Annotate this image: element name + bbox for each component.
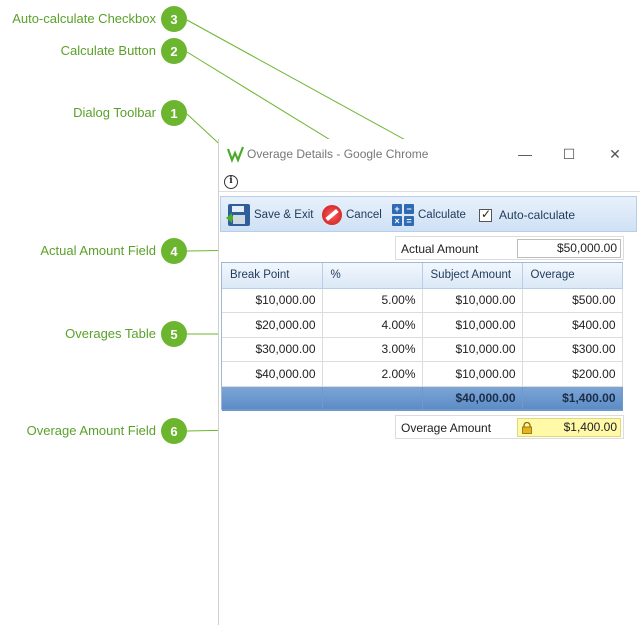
table-total-row: $40,000.00 $1,400.00: [222, 386, 623, 411]
total-subject-amount: $40,000.00: [422, 386, 523, 411]
column-header-subject-amount[interactable]: Subject Amount: [422, 263, 523, 289]
overage-details-window: Overage Details - Google Chrome — ☐ ✕ i …: [218, 139, 640, 625]
cancel-icon: [322, 205, 342, 225]
cell-subject-amount[interactable]: $10,000.00: [422, 337, 523, 362]
column-header-percent[interactable]: %: [322, 263, 423, 289]
callout-badge-3: 3: [161, 6, 187, 32]
table-header-row: Break Point % Subject Amount Overage: [222, 263, 623, 289]
save-icon: [226, 204, 250, 226]
info-icon[interactable]: i: [224, 175, 238, 189]
save-exit-label: Save & Exit: [254, 209, 314, 221]
actual-amount-input[interactable]: $50,000.00: [517, 239, 621, 258]
table-row[interactable]: $20,000.00 4.00% $10,000.00 $400.00: [222, 312, 623, 338]
lock-icon: [522, 422, 532, 434]
cell-overage[interactable]: $300.00: [522, 337, 623, 362]
cell-break-point[interactable]: $10,000.00: [222, 288, 323, 313]
cell-break-point[interactable]: $40,000.00: [222, 361, 323, 387]
cell-break-point[interactable]: $20,000.00: [222, 312, 323, 338]
title-bar[interactable]: Overage Details - Google Chrome — ☐ ✕: [219, 139, 640, 169]
minimize-button[interactable]: —: [514, 143, 536, 165]
save-exit-button[interactable]: Save & Exit: [226, 203, 314, 227]
cell-overage[interactable]: $200.00: [522, 361, 623, 387]
callout-label-calculate: Calculate Button: [60, 43, 156, 58]
total-overage: $1,400.00: [522, 386, 623, 411]
auto-calculate-checkbox[interactable]: Auto-calculate: [479, 203, 575, 227]
column-header-overage[interactable]: Overage: [522, 263, 623, 289]
total-cell-empty: [322, 386, 423, 411]
window-title: Overage Details - Google Chrome: [247, 147, 429, 161]
callout-label-overage-amount: Overage Amount Field: [26, 423, 156, 438]
cell-subject-amount[interactable]: $10,000.00: [422, 361, 523, 387]
close-button[interactable]: ✕: [604, 143, 626, 165]
callout-badge-1: 1: [161, 100, 187, 126]
total-cell-empty: [222, 386, 323, 411]
cell-percent[interactable]: 4.00%: [322, 312, 423, 338]
calculate-label: Calculate: [418, 209, 466, 221]
callout-badge-2: 2: [161, 38, 187, 64]
cancel-label: Cancel: [346, 209, 382, 221]
cell-overage[interactable]: $400.00: [522, 312, 623, 338]
calculate-button[interactable]: + − × = Calculate: [392, 203, 466, 227]
overage-amount-label: Overage Amount: [401, 421, 492, 435]
table-row[interactable]: $10,000.00 5.00% $10,000.00 $500.00: [222, 288, 623, 313]
cell-overage[interactable]: $500.00: [522, 288, 623, 313]
cancel-button[interactable]: Cancel: [322, 203, 382, 227]
overage-amount-field-row: Overage Amount $1,400.00: [395, 415, 624, 439]
actual-amount-field-row: Actual Amount $50,000.00: [395, 236, 624, 260]
callout-label-toolbar: Dialog Toolbar: [73, 105, 156, 120]
callout-badge-4: 4: [161, 238, 187, 264]
app-logo-icon: [227, 146, 245, 163]
cell-subject-amount[interactable]: $10,000.00: [422, 288, 523, 313]
checkbox-checked-icon[interactable]: [479, 207, 492, 222]
callout-label-overages-table: Overages Table: [65, 326, 156, 341]
cell-break-point[interactable]: $30,000.00: [222, 337, 323, 362]
info-bar: i: [219, 172, 640, 192]
maximize-button[interactable]: ☐: [558, 143, 580, 165]
callout-label-actual-amount: Actual Amount Field: [40, 243, 156, 258]
cell-percent[interactable]: 3.00%: [322, 337, 423, 362]
overages-table: Break Point % Subject Amount Overage $10…: [221, 262, 623, 411]
overage-amount-text: $1,400.00: [563, 420, 617, 434]
callout-label-auto-calculate: Auto-calculate Checkbox: [12, 11, 156, 26]
column-header-break-point[interactable]: Break Point: [222, 263, 323, 289]
actual-amount-label: Actual Amount: [401, 242, 479, 256]
dialog-toolbar: Save & Exit Cancel +− ×= Calculate Auto-…: [220, 196, 637, 232]
cell-subject-amount[interactable]: $10,000.00: [422, 312, 523, 338]
callout-badge-6: 6: [161, 418, 187, 444]
table-row[interactable]: $30,000.00 3.00% $10,000.00 $300.00: [222, 337, 623, 362]
table-row[interactable]: $40,000.00 2.00% $10,000.00 $200.00: [222, 361, 623, 387]
callout-badge-5: 5: [161, 321, 187, 347]
cell-percent[interactable]: 2.00%: [322, 361, 423, 387]
auto-calculate-label: Auto-calculate: [499, 208, 576, 222]
cell-percent[interactable]: 5.00%: [322, 288, 423, 313]
overage-amount-value: $1,400.00: [517, 418, 621, 437]
calculator-icon: + − × =: [392, 204, 414, 226]
